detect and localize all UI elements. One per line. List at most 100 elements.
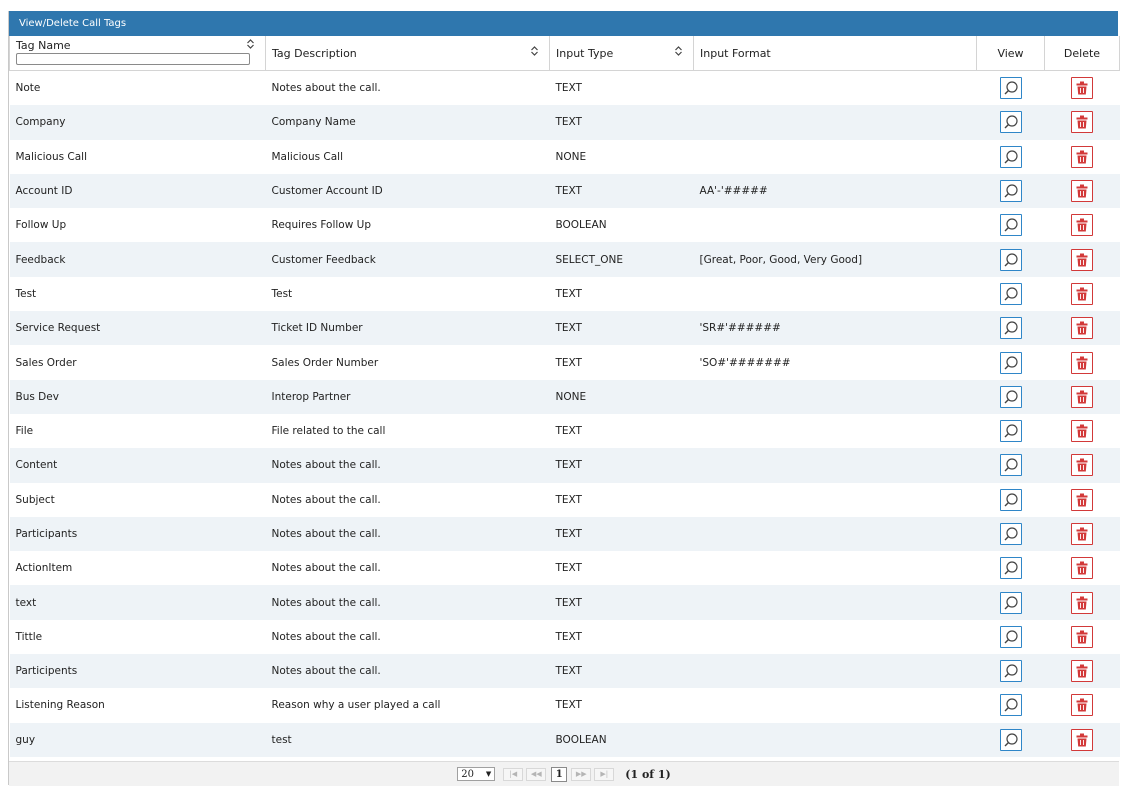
input-format-cell (694, 277, 977, 311)
view-button[interactable] (999, 660, 1022, 683)
delete-button[interactable] (1071, 591, 1093, 614)
view-button[interactable] (999, 385, 1022, 408)
trash-icon (1076, 527, 1088, 541)
delete-button[interactable] (1071, 317, 1093, 340)
tag-name-header-label: Tag Name (16, 39, 71, 52)
view-button[interactable] (999, 317, 1022, 340)
delete-button[interactable] (1071, 420, 1093, 443)
delete-button[interactable] (1071, 180, 1093, 203)
tag-name-cell: Service Request (9, 311, 266, 346)
delete-button[interactable] (1071, 557, 1093, 580)
delete-button[interactable] (1071, 214, 1093, 237)
tag-description-cell: Notes about the call. (265, 654, 550, 689)
view-button[interactable] (999, 694, 1022, 717)
view-cell (977, 277, 1045, 311)
view-button[interactable] (999, 351, 1022, 374)
view-button[interactable] (999, 523, 1022, 545)
first-page-icon[interactable]: |◀ (503, 767, 524, 781)
last-page-icon[interactable]: ▶| (594, 767, 615, 781)
delete-button[interactable] (1071, 625, 1093, 648)
magnifier-icon (1003, 697, 1019, 713)
view-cell (977, 71, 1045, 106)
delete-button[interactable] (1071, 660, 1093, 683)
next-page-icon[interactable]: ▶▶ (571, 767, 592, 781)
view-button[interactable] (999, 77, 1022, 100)
input-type-cell: NONE (555, 150, 587, 163)
input-format-cell (693, 722, 977, 757)
delete-cell (1044, 242, 1120, 277)
tag-name-cell: Bus Dev (9, 379, 266, 414)
input-format-cell (694, 71, 977, 106)
input-format-cell (694, 208, 977, 242)
prev-page-icon[interactable]: ◀◀ (526, 767, 547, 781)
delete-button[interactable] (1071, 282, 1093, 305)
view-button[interactable] (999, 625, 1022, 648)
delete-button[interactable] (1071, 694, 1093, 717)
delete-button[interactable] (1071, 111, 1093, 134)
delete-button[interactable] (1071, 351, 1093, 374)
input-format-cell (694, 688, 977, 722)
table-row: Content Notes about the call. TEXT (9, 448, 1120, 483)
delete-header-label: Delete (1063, 47, 1101, 60)
magnifier-icon (1003, 629, 1019, 645)
view-button[interactable] (999, 420, 1022, 443)
view-cell (976, 654, 1045, 689)
view-button[interactable] (999, 728, 1022, 751)
delete-cell (1045, 620, 1120, 654)
page-number-button[interactable]: 1 (551, 766, 568, 782)
tag-description-cell: test (265, 722, 550, 757)
view-button[interactable] (999, 454, 1022, 477)
view-cell (977, 483, 1045, 517)
trash-icon (1076, 390, 1088, 404)
call-tags-table: Tag Name Tag Description Input Type Inpu… (9, 36, 1120, 757)
delete-column-header: Delete (1044, 36, 1120, 71)
trash-icon (1076, 733, 1088, 747)
trash-icon (1076, 458, 1088, 472)
input-type-column-header[interactable]: Input Type (549, 36, 694, 71)
delete-cell (1044, 448, 1120, 483)
delete-button[interactable] (1071, 248, 1093, 271)
tag-name-column-header[interactable]: Tag Name (9, 36, 266, 71)
delete-button[interactable] (1071, 77, 1093, 100)
view-button[interactable] (999, 488, 1022, 511)
view-cell (977, 688, 1045, 722)
view-button[interactable] (999, 180, 1022, 203)
table-row: Feedback Customer Feedback SELECT_ONE [Grea… (9, 242, 1120, 277)
tag-description-cell: Requires Follow Up (271, 219, 372, 232)
delete-button[interactable] (1071, 145, 1093, 168)
delete-button[interactable] (1071, 523, 1093, 545)
view-button[interactable] (999, 557, 1022, 580)
sort-icon[interactable] (246, 38, 255, 50)
input-format-cell (693, 448, 977, 483)
sort-icon[interactable] (530, 45, 539, 57)
sort-icon[interactable] (674, 45, 683, 57)
table-row: text Notes about the call. TEXT (9, 585, 1120, 620)
tag-name-filter-input[interactable] (16, 53, 250, 65)
magnifier-icon (1003, 457, 1019, 473)
delete-button[interactable] (1071, 454, 1093, 477)
view-button[interactable] (999, 591, 1022, 614)
table-row: ActionItem Notes about the call. TEXT (10, 551, 1120, 585)
tag-name-cell: Note (15, 82, 41, 95)
tag-description-cell: Company Name (265, 105, 550, 140)
view-cell (977, 414, 1045, 448)
delete-button[interactable] (1071, 488, 1093, 511)
magnifier-icon (1003, 732, 1019, 748)
view-button[interactable] (999, 111, 1022, 134)
table-header-row: Tag Name Tag Description Input Type Inpu… (9, 36, 1120, 71)
input-format-column-header: Input Format (693, 36, 977, 71)
view-button[interactable] (999, 248, 1022, 271)
table-row: Participants Notes about the call. TEXT (9, 516, 1120, 552)
view-button[interactable] (999, 145, 1022, 168)
delete-button[interactable] (1071, 728, 1093, 751)
input-type-cell: TEXT (555, 425, 582, 438)
view-button[interactable] (999, 282, 1022, 305)
delete-button[interactable] (1071, 385, 1093, 408)
view-button[interactable] (999, 214, 1022, 237)
table-row: Malicious Call Malicious Call NONE (10, 140, 1120, 174)
input-type-cell: TEXT (549, 585, 694, 620)
rows-per-page-select[interactable]: 20 ▼ (457, 767, 496, 781)
tag-name-cell: Company (9, 105, 266, 140)
tag-description-column-header[interactable]: Tag Description (265, 36, 550, 71)
tag-description-cell: Notes about the call. (265, 585, 550, 620)
